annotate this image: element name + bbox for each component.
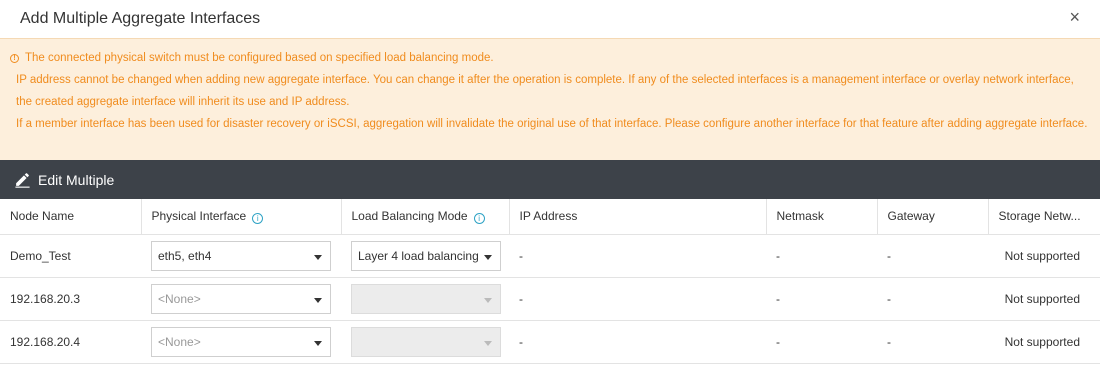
warning-notice: ! The connected physical switch must be c… <box>0 38 1100 160</box>
interfaces-table: Node Name Physical Interface i Load Balan… <box>0 199 1100 364</box>
table-header-row: Node Name Physical Interface i Load Balan… <box>0 199 1100 235</box>
chevron-down-icon <box>314 340 322 346</box>
ip-address-cell: - <box>509 277 766 321</box>
col-ip-address: IP Address <box>509 199 767 235</box>
table-row: 192.168.20.3 <None> - - - Not supported <box>0 277 1100 321</box>
physical-interface-select[interactable]: <None> <box>151 326 331 357</box>
table-row: 192.168.20.4 <None> - - - Not supported <box>0 320 1100 364</box>
chevron-down-icon <box>484 340 492 346</box>
chevron-down-icon <box>314 297 322 303</box>
gateway-cell: - <box>877 234 988 278</box>
ip-address-cell: - <box>509 234 766 278</box>
load-balancing-select <box>351 283 501 314</box>
node-name-cell: Demo_Test <box>0 234 141 278</box>
pencil-icon <box>15 173 30 188</box>
info-circle-icon[interactable]: i <box>252 212 264 224</box>
col-node-name: Node Name <box>0 199 142 235</box>
gateway-cell: - <box>877 277 988 321</box>
col-netmask: Netmask <box>766 199 878 235</box>
chevron-down-icon <box>484 297 492 303</box>
dialog-title: Add Multiple Aggregate Interfaces <box>20 10 261 27</box>
table-row: Demo_Test eth5, eth4 Layer 4 load balanc… <box>0 234 1100 278</box>
storage-network-cell: Not supported <box>988 277 1100 321</box>
physical-interface-select[interactable]: <None> <box>151 283 331 314</box>
load-balancing-select <box>351 326 501 357</box>
ip-address-cell: - <box>509 320 766 364</box>
load-balancing-select[interactable]: Layer 4 load balancing <box>351 240 501 271</box>
add-aggregate-dialog: Add Multiple Aggregate Interfaces × ! The… <box>0 0 1100 379</box>
physical-interface-select[interactable]: eth5, eth4 <box>151 240 331 271</box>
notice-line-3: If a member interface has been used for … <box>16 118 1088 130</box>
close-icon[interactable]: × <box>1069 8 1080 26</box>
dialog-header: Add Multiple Aggregate Interfaces × <box>0 0 1100 38</box>
netmask-cell: - <box>766 277 877 321</box>
node-name-cell: 192.168.20.4 <box>0 320 141 364</box>
col-physical-interface: Physical Interface i <box>141 199 342 235</box>
storage-network-cell: Not supported <box>988 234 1100 278</box>
warning-circle-icon: ! <box>10 54 19 63</box>
col-load-balancing-mode: Load Balancing Mode i <box>341 199 510 235</box>
col-gateway: Gateway <box>877 199 989 235</box>
notice-line-2: IP address cannot be changed when adding… <box>16 74 1074 108</box>
notice-line-1: The connected physical switch must be co… <box>25 52 494 64</box>
chevron-down-icon <box>314 254 322 260</box>
col-storage-network: Storage Netw... <box>988 199 1100 235</box>
netmask-cell: - <box>766 320 877 364</box>
edit-multiple-label: Edit Multiple <box>38 171 115 188</box>
storage-network-cell: Not supported <box>988 320 1100 364</box>
node-name-cell: 192.168.20.3 <box>0 277 141 321</box>
info-circle-icon[interactable]: i <box>473 212 485 224</box>
netmask-cell: - <box>766 234 877 278</box>
chevron-down-icon <box>484 254 492 260</box>
edit-multiple-button[interactable]: Edit Multiple <box>0 160 1100 199</box>
gateway-cell: - <box>877 320 988 364</box>
